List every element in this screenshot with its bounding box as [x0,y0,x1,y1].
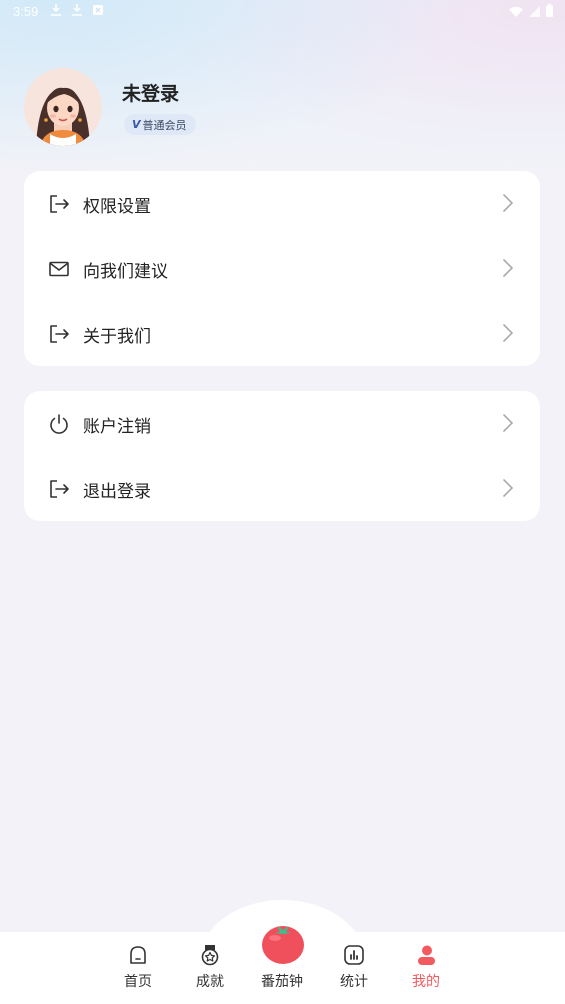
status-notification-icons [50,3,104,16]
tab-label: 我的 [412,974,440,990]
bar-chart-icon [343,944,365,966]
menu-item-feedback[interactable]: 向我们建议 [24,236,540,301]
app-notification-icon [92,3,104,16]
member-badge: V 普通会员 [124,114,196,135]
chevron-right-icon [502,193,514,213]
member-badge-label: 普通会员 [142,118,187,132]
chevron-right-icon [502,413,514,433]
tab-label: 番茄钟 [261,974,303,990]
medal-icon [199,944,221,966]
username[interactable]: 未登录 [122,79,179,106]
menu-item-label: 退出登录 [83,482,151,502]
chevron-right-icon [502,323,514,343]
tab-label: 统计 [340,974,368,990]
menu-item-label: 账户注销 [83,417,151,437]
tab-mine[interactable]: 我的 [391,932,461,1004]
power-icon [48,413,70,435]
wifi-icon [509,5,523,20]
home-icon [127,944,149,966]
status-system-icons [509,4,553,20]
exit-arrow-icon [48,323,70,345]
avatar[interactable] [24,68,102,146]
user-icon [415,944,437,966]
tomato-icon[interactable] [260,920,306,966]
menu-item-permissions[interactable]: 权限设置 [24,171,540,236]
chevron-right-icon [502,258,514,278]
tab-achievement[interactable]: 成就 [175,932,245,1004]
menu-item-label: 权限设置 [83,197,151,217]
download-icon [71,3,83,16]
vip-icon: V [132,118,141,131]
menu-item-logout[interactable]: 退出登录 [24,456,540,521]
status-bar: 3:59 [0,0,565,24]
exit-arrow-icon [48,193,70,215]
signal-icon [529,5,540,20]
menu-item-label: 关于我们 [83,327,151,347]
battery-icon [546,4,553,20]
menu-item-about-us[interactable]: 关于我们 [24,301,540,366]
mail-icon [48,258,70,280]
tab-home[interactable]: 首页 [103,932,173,1004]
exit-arrow-icon [48,478,70,500]
account-card: 账户注销 退出登录 [24,391,540,521]
settings-card: 权限设置 向我们建议 关于我们 [24,171,540,366]
tab-label: 成就 [196,974,224,990]
menu-item-label: 向我们建议 [83,262,168,282]
tab-stats[interactable]: 统计 [319,932,389,1004]
status-time: 3:59 [13,4,39,19]
chevron-right-icon [502,478,514,498]
menu-item-delete-account[interactable]: 账户注销 [24,391,540,456]
download-icon [50,3,62,16]
tab-label: 首页 [124,974,152,990]
